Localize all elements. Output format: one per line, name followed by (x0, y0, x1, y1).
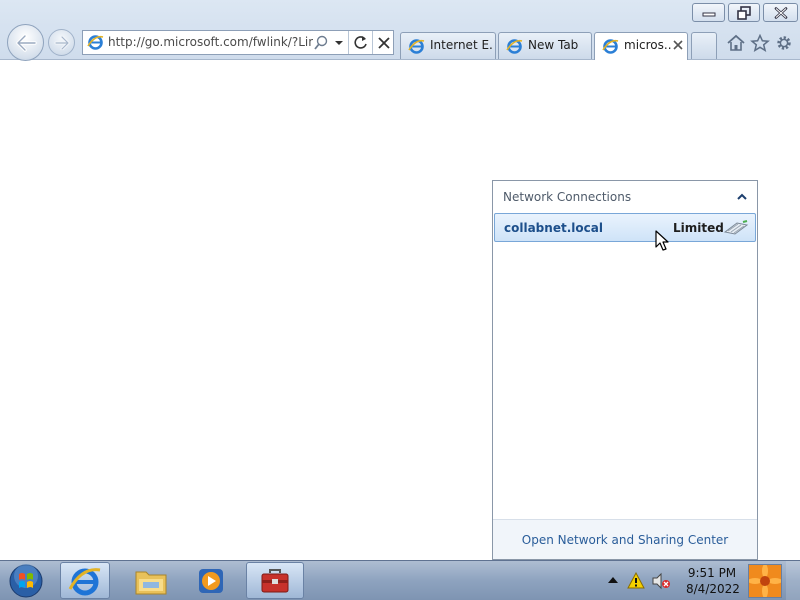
clock-date[interactable]: 8/4/2022 (686, 582, 740, 596)
flower-image-icon (748, 564, 782, 598)
open-network-sharing-center-link[interactable]: Open Network and Sharing Center (493, 533, 757, 547)
taskbar-windows-explorer[interactable] (126, 562, 176, 599)
start-button[interactable] (3, 561, 49, 600)
tab-label: New Tab (528, 38, 579, 52)
address-url[interactable]: http://go.microsoft.com/fwlink/?LinkId= (108, 35, 313, 51)
search-icon[interactable] (313, 35, 329, 51)
chevron-down-icon[interactable] (333, 35, 345, 51)
minimize-icon (702, 12, 715, 16)
refresh-icon[interactable] (351, 34, 371, 52)
home-icon[interactable] (726, 34, 746, 52)
ie-icon (506, 39, 523, 54)
connection-name: collabnet.local (504, 221, 603, 235)
stop-icon[interactable] (375, 34, 393, 52)
browser-chrome: http://go.microsoft.com/fwlink/?LinkId= … (0, 0, 800, 61)
back-button[interactable] (7, 24, 44, 61)
close-button[interactable] (763, 3, 798, 22)
close-icon (774, 6, 787, 19)
tab-label: Internet E... (430, 38, 494, 52)
chevron-up-icon[interactable] (737, 193, 747, 201)
tab-close-icon[interactable] (672, 39, 684, 51)
restore-button[interactable] (728, 3, 760, 22)
tab-internet-explorer[interactable]: Internet E... (400, 32, 496, 59)
taskbar-media-player[interactable] (186, 562, 236, 599)
clock-time[interactable]: 9:51 PM (686, 566, 738, 580)
minimize-button[interactable] (692, 3, 725, 22)
network-panel-title: Network Connections (503, 190, 632, 204)
toolbox-icon (261, 568, 289, 592)
forward-button[interactable] (48, 29, 75, 56)
address-divider (348, 31, 349, 54)
back-arrow-icon (15, 33, 37, 52)
windows-start-orb-icon (9, 564, 43, 598)
show-desktop-button[interactable] (786, 561, 800, 600)
tab-new-tab[interactable]: New Tab (498, 32, 592, 59)
favorites-star-icon[interactable] (750, 34, 770, 52)
volume-muted-icon[interactable] (651, 572, 671, 590)
tab-microsoft-active[interactable]: micros... (594, 32, 688, 60)
taskbar-internet-explorer[interactable] (60, 562, 110, 599)
ie-icon (602, 39, 619, 54)
tools-gear-icon[interactable] (774, 34, 794, 52)
network-panel-header: Network Connections (493, 181, 757, 213)
network-connection-item[interactable]: collabnet.local Limited (494, 213, 756, 242)
wired-network-icon (723, 220, 749, 235)
user-flower-image-tile[interactable] (748, 564, 782, 598)
media-player-icon (199, 568, 223, 593)
ie-icon (68, 567, 101, 595)
network-connections-flyout: Network Connections collabnet.local Limi… (492, 180, 758, 560)
folder-icon (135, 571, 167, 594)
taskbar: 9:51 PM 8/4/2022 (0, 560, 800, 600)
show-hidden-icons-arrow-icon[interactable] (607, 575, 619, 585)
restore-icon (737, 5, 751, 20)
network-panel-footer: Open Network and Sharing Center (493, 519, 757, 559)
ie-icon (87, 35, 104, 50)
new-tab-button[interactable] (691, 32, 717, 59)
forward-arrow-icon (54, 35, 69, 50)
ie-icon (408, 39, 425, 54)
address-divider (372, 31, 373, 54)
connection-status: Limited (673, 221, 724, 235)
taskbar-toolbox-app[interactable] (246, 562, 304, 599)
mouse-pointer-icon (655, 230, 669, 251)
tab-label: micros... (624, 38, 672, 52)
address-bar[interactable]: http://go.microsoft.com/fwlink/?LinkId= (82, 30, 394, 55)
warning-icon[interactable] (627, 572, 645, 590)
